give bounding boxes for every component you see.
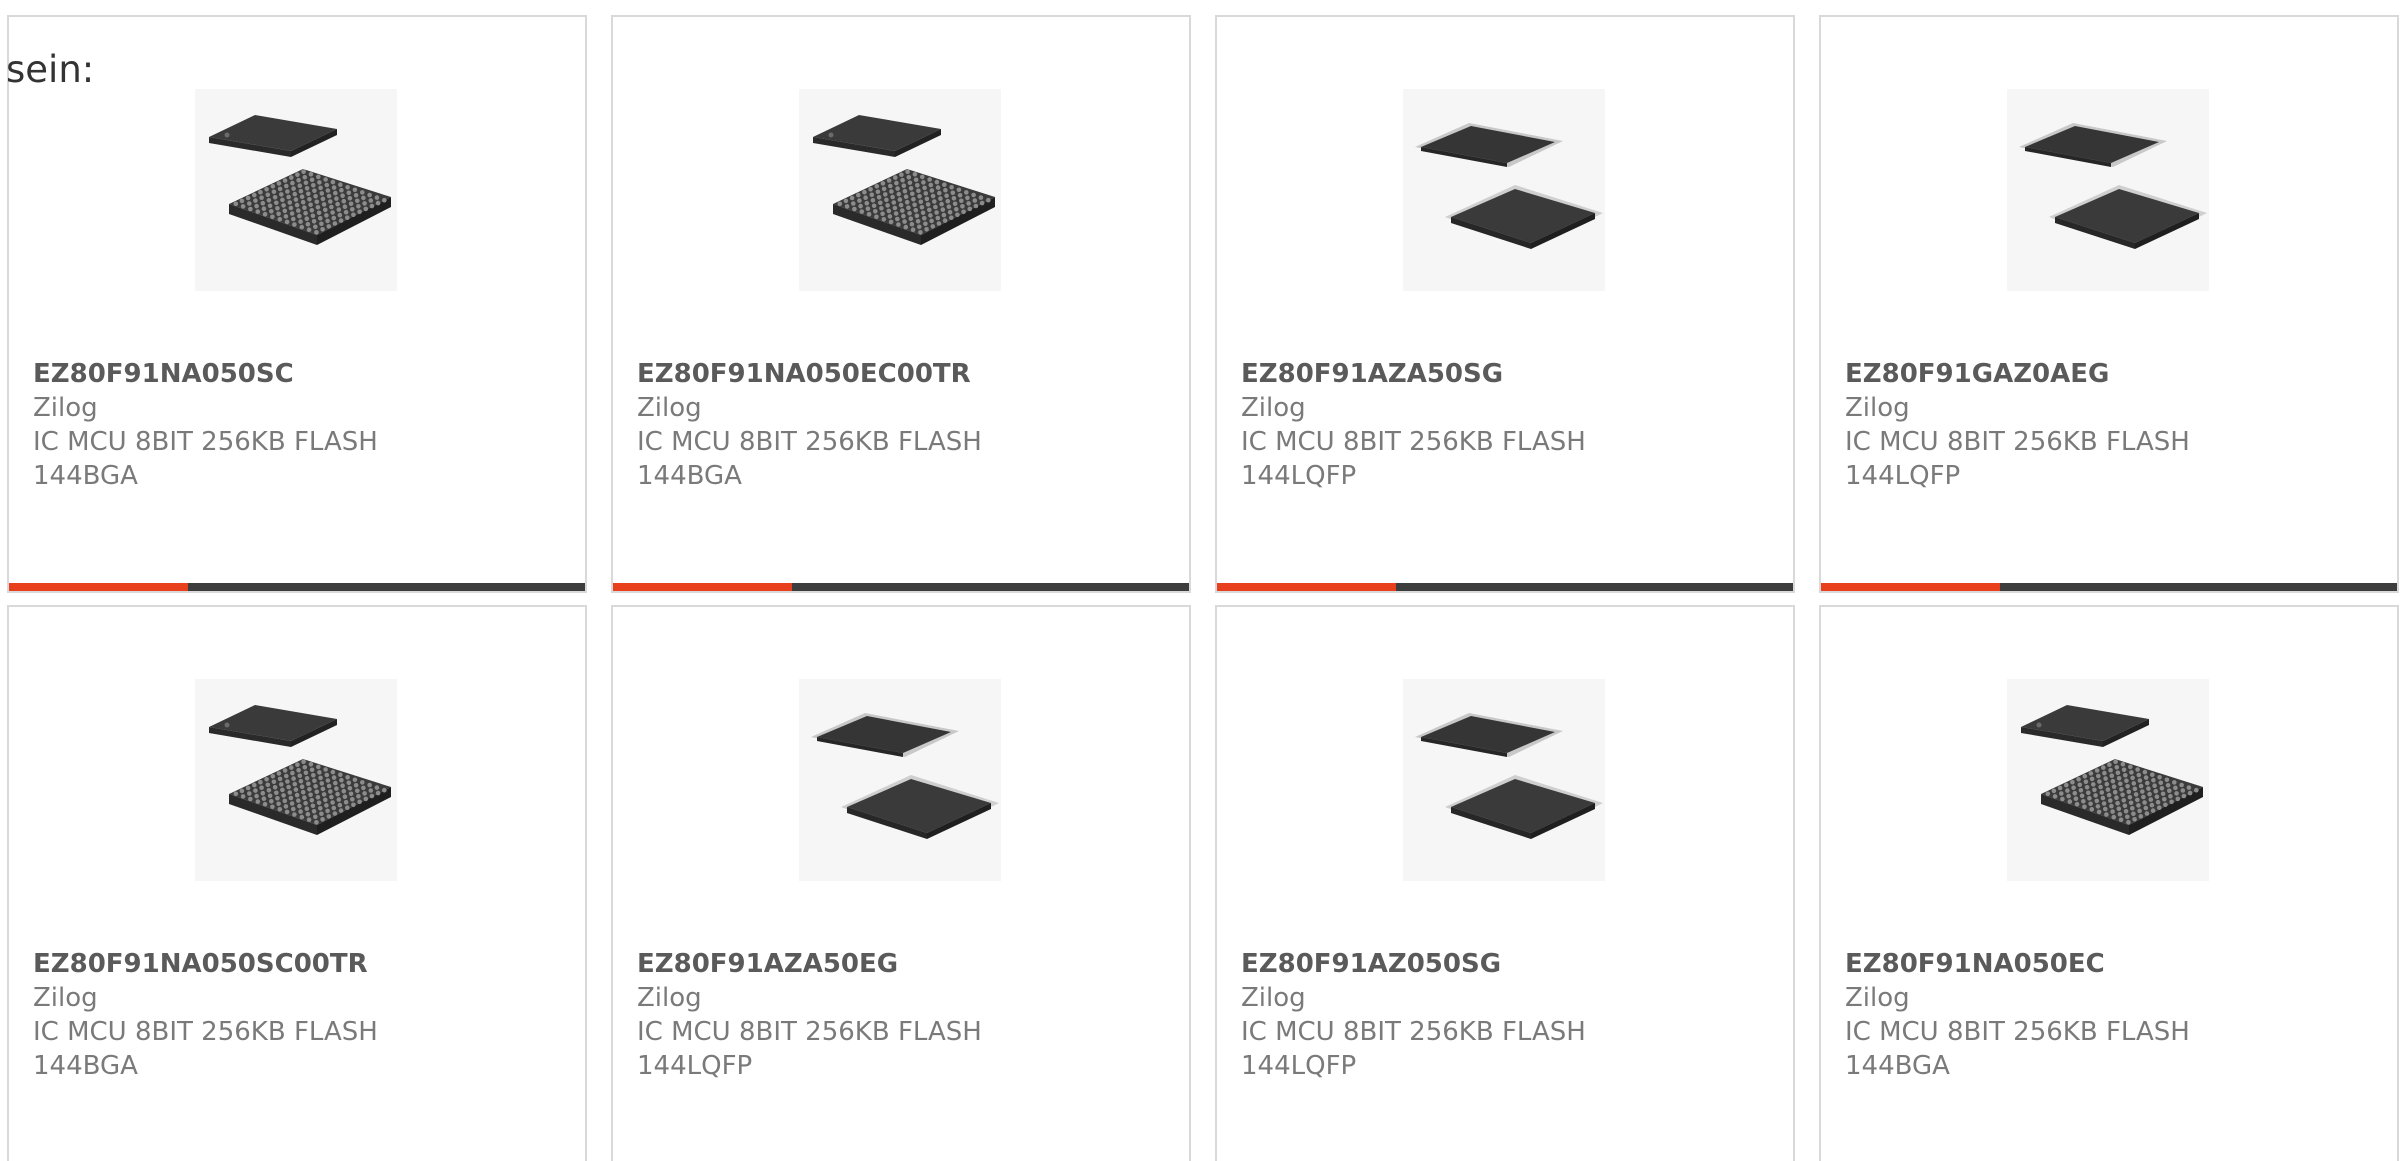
bga-chip-icon (195, 679, 397, 881)
product-card[interactable]: EZ80F91AZA50SG Zilog IC MCU 8BIT 256KB F… (1215, 15, 1795, 593)
part-number-link[interactable]: EZ80F91NA050SC (33, 357, 565, 391)
product-description: IC MCU 8BIT 256KB FLASH 144BGA (637, 427, 982, 491)
lqfp-chip-icon (799, 679, 1001, 881)
product-info: EZ80F91AZA50SG Zilog IC MCU 8BIT 256KB F… (1241, 357, 1773, 493)
product-description: IC MCU 8BIT 256KB FLASH 144LQFP (1845, 427, 2190, 491)
manufacturer-label: Zilog (33, 393, 98, 423)
part-number-link[interactable]: EZ80F91NA050SC00TR (33, 947, 565, 981)
product-image[interactable] (195, 679, 397, 881)
lqfp-chip-icon (1403, 89, 1605, 291)
lqfp-chip-icon (2007, 89, 2209, 291)
product-card[interactable]: EZ80F91NA050SC00TR Zilog IC MCU 8BIT 256… (7, 605, 587, 1161)
part-number-link[interactable]: EZ80F91GAZ0AEG (1845, 357, 2377, 391)
product-card[interactable]: EZ80F91NA050EC Zilog IC MCU 8BIT 256KB F… (1819, 605, 2399, 1161)
card-progress-fill (613, 583, 792, 591)
manufacturer-label: Zilog (637, 983, 702, 1013)
product-listing-page: sein: EZ80F91NA050SC Zilog IC MCU 8BIT 2… (0, 0, 2400, 1161)
product-description: IC MCU 8BIT 256KB FLASH 144LQFP (1241, 1017, 1586, 1081)
manufacturer-label: Zilog (33, 983, 98, 1013)
product-card[interactable]: EZ80F91AZ050SG Zilog IC MCU 8BIT 256KB F… (1215, 605, 1795, 1161)
part-number-link[interactable]: EZ80F91AZA50EG (637, 947, 1169, 981)
product-image[interactable] (195, 89, 397, 291)
product-info: EZ80F91GAZ0AEG Zilog IC MCU 8BIT 256KB F… (1845, 357, 2377, 493)
part-number-link[interactable]: EZ80F91AZ050SG (1241, 947, 1773, 981)
product-info: EZ80F91NA050EC00TR Zilog IC MCU 8BIT 256… (637, 357, 1169, 493)
card-progress-bar (613, 583, 1189, 591)
product-info: EZ80F91AZA50EG Zilog IC MCU 8BIT 256KB F… (637, 947, 1169, 1083)
product-image[interactable] (2007, 679, 2209, 881)
product-card[interactable]: EZ80F91GAZ0AEG Zilog IC MCU 8BIT 256KB F… (1819, 15, 2399, 593)
card-progress-fill (1217, 583, 1396, 591)
lqfp-chip-icon (1403, 679, 1605, 881)
part-number-link[interactable]: EZ80F91AZA50SG (1241, 357, 1773, 391)
product-image[interactable] (799, 89, 1001, 291)
part-number-link[interactable]: EZ80F91NA050EC00TR (637, 357, 1169, 391)
product-image[interactable] (1403, 679, 1605, 881)
product-info: EZ80F91NA050SC Zilog IC MCU 8BIT 256KB F… (33, 357, 565, 493)
product-description: IC MCU 8BIT 256KB FLASH 144BGA (33, 1017, 378, 1081)
card-progress-bar (1821, 583, 2397, 591)
card-progress-fill (9, 583, 188, 591)
bga-chip-icon (2007, 679, 2209, 881)
product-card[interactable]: EZ80F91NA050SC Zilog IC MCU 8BIT 256KB F… (7, 15, 587, 593)
intro-text: sein: (6, 48, 95, 91)
product-grid: EZ80F91NA050SC Zilog IC MCU 8BIT 256KB F… (7, 15, 2399, 1161)
manufacturer-label: Zilog (1241, 393, 1306, 423)
manufacturer-label: Zilog (1241, 983, 1306, 1013)
product-description: IC MCU 8BIT 256KB FLASH 144BGA (33, 427, 378, 491)
product-card[interactable]: EZ80F91NA050EC00TR Zilog IC MCU 8BIT 256… (611, 15, 1191, 593)
card-progress-bar (1217, 583, 1793, 591)
product-image[interactable] (2007, 89, 2209, 291)
bga-chip-icon (195, 89, 397, 291)
product-description: IC MCU 8BIT 256KB FLASH 144BGA (1845, 1017, 2190, 1081)
product-card[interactable]: EZ80F91AZA50EG Zilog IC MCU 8BIT 256KB F… (611, 605, 1191, 1161)
product-description: IC MCU 8BIT 256KB FLASH 144LQFP (1241, 427, 1586, 491)
bga-chip-icon (799, 89, 1001, 291)
manufacturer-label: Zilog (1845, 983, 1910, 1013)
product-info: EZ80F91AZ050SG Zilog IC MCU 8BIT 256KB F… (1241, 947, 1773, 1083)
product-info: EZ80F91NA050EC Zilog IC MCU 8BIT 256KB F… (1845, 947, 2377, 1083)
card-progress-bar (9, 583, 585, 591)
card-progress-fill (1821, 583, 2000, 591)
part-number-link[interactable]: EZ80F91NA050EC (1845, 947, 2377, 981)
product-image[interactable] (1403, 89, 1605, 291)
product-image[interactable] (799, 679, 1001, 881)
manufacturer-label: Zilog (1845, 393, 1910, 423)
product-description: IC MCU 8BIT 256KB FLASH 144LQFP (637, 1017, 982, 1081)
manufacturer-label: Zilog (637, 393, 702, 423)
product-info: EZ80F91NA050SC00TR Zilog IC MCU 8BIT 256… (33, 947, 565, 1083)
